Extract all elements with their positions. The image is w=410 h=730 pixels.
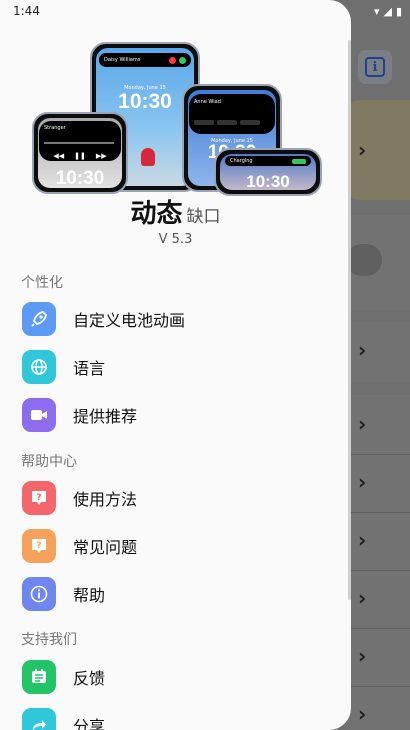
chevron-right-icon[interactable]: › (358, 412, 366, 436)
lockscreen-clock: 10:30 (118, 90, 172, 113)
caller-name: Daisy Williams (104, 57, 141, 63)
menu-item-label: 提供推荐 (73, 407, 138, 426)
menu-item-battery-animation[interactable]: 自定义电池动画 (22, 301, 332, 337)
menu-item-faq[interactable]: ? 常见问题 (22, 528, 332, 564)
decline-icon (169, 56, 176, 64)
sender-name: Anne Wiad (194, 99, 221, 105)
wifi-icon: ▾ (373, 5, 380, 18)
app-name: 动态 (130, 199, 183, 229)
charging-island: Charging (225, 156, 311, 166)
phone-screen: Stranger ◀◀ ❚❚ ▶▶ 10:30 (38, 118, 122, 188)
menu-item-language[interactable]: 语言 (22, 349, 332, 385)
chevron-right-icon[interactable]: › (358, 138, 366, 162)
pause-icon: ❚❚ (74, 152, 86, 160)
share-icon (22, 708, 56, 730)
info-button[interactable]: i (358, 50, 392, 84)
divider (350, 686, 410, 687)
menu-item-label: 使用方法 (73, 490, 138, 509)
charging-label: Charging (230, 158, 253, 164)
navigation-drawer: 1:44 Daisy Williams Monday, June 15 10:3… (0, 0, 351, 730)
notification-island: Anne Wiad (189, 94, 275, 134)
menu-item-label: 自定义电池动画 (73, 311, 186, 330)
scrollbar[interactable] (348, 40, 351, 600)
battery-icon: ▮ (395, 5, 402, 18)
lockscreen-clock: 10:30 (246, 172, 290, 190)
background-banner (346, 100, 410, 200)
menu-item-label: 常见问题 (73, 538, 138, 557)
hero-illustration: Daisy Williams Monday, June 15 10:30 Ann… (30, 40, 325, 196)
status-time: 1:44 (13, 4, 40, 18)
section-title: 支持我们 (21, 632, 77, 648)
chevron-right-icon[interactable]: › (358, 528, 366, 552)
svg-text:?: ? (36, 493, 41, 503)
phone-screen: Charging 10:30 (220, 154, 316, 190)
menu-item-share[interactable]: 分享 (22, 707, 332, 730)
section-title: 帮助中心 (21, 454, 77, 470)
menu-item-how-to-use[interactable]: ? 使用方法 (22, 480, 332, 516)
next-icon: ▶▶ (95, 152, 107, 160)
chevron-right-icon[interactable]: › (358, 470, 366, 494)
lockscreen-clock: 10:30 (55, 168, 105, 188)
divider (350, 512, 410, 513)
rocket-icon (22, 302, 56, 336)
chevron-right-icon[interactable]: › (358, 702, 366, 726)
divider (350, 628, 410, 629)
dynamic-island: Daisy Williams (99, 53, 191, 67)
app-version: V 5.3 (158, 232, 193, 247)
status-icons: ▾ ◢ ▮ (374, 5, 402, 18)
menu-item-label: 语言 (73, 359, 106, 378)
info-icon: i (365, 57, 385, 77)
info-icon (22, 577, 56, 611)
phone-mockup: Stranger ◀◀ ❚❚ ▶▶ 10:30 (32, 112, 128, 194)
music-island: Stranger ◀◀ ❚❚ ▶▶ (39, 121, 121, 161)
menu-item-label: 反馈 (73, 669, 106, 688)
question-bubble-icon: ? (22, 529, 56, 563)
previous-icon: ◀◀ (53, 152, 65, 160)
tulip-image (141, 148, 155, 166)
divider (350, 454, 410, 455)
app-subtitle: 缺口 (186, 207, 221, 227)
chevron-right-icon[interactable]: › (358, 338, 366, 362)
menu-item-help[interactable]: 帮助 (22, 576, 332, 612)
background-toggle[interactable] (346, 244, 382, 276)
video-icon (22, 398, 56, 432)
divider (350, 570, 410, 571)
section-title: 个性化 (21, 275, 63, 291)
feedback-icon (22, 660, 56, 694)
accept-icon (179, 56, 186, 64)
signal-icon: ◢ (383, 5, 392, 18)
menu-item-recommend[interactable]: 提供推荐 (22, 397, 332, 433)
chevron-right-icon[interactable]: › (358, 644, 366, 668)
phone-mockup: Charging 10:30 (214, 148, 322, 196)
menu-item-label: 分享 (73, 717, 106, 730)
app-title: 动态 缺口 (0, 193, 351, 230)
question-bubble-icon: ? (22, 481, 56, 515)
menu-item-feedback[interactable]: 反馈 (22, 659, 332, 695)
menu-item-label: 帮助 (73, 586, 106, 605)
svg-text:?: ? (36, 541, 41, 551)
chevron-right-icon[interactable]: › (358, 586, 366, 610)
track-title: Stranger (44, 125, 66, 131)
globe-icon (22, 350, 56, 384)
battery-icon (292, 158, 306, 164)
